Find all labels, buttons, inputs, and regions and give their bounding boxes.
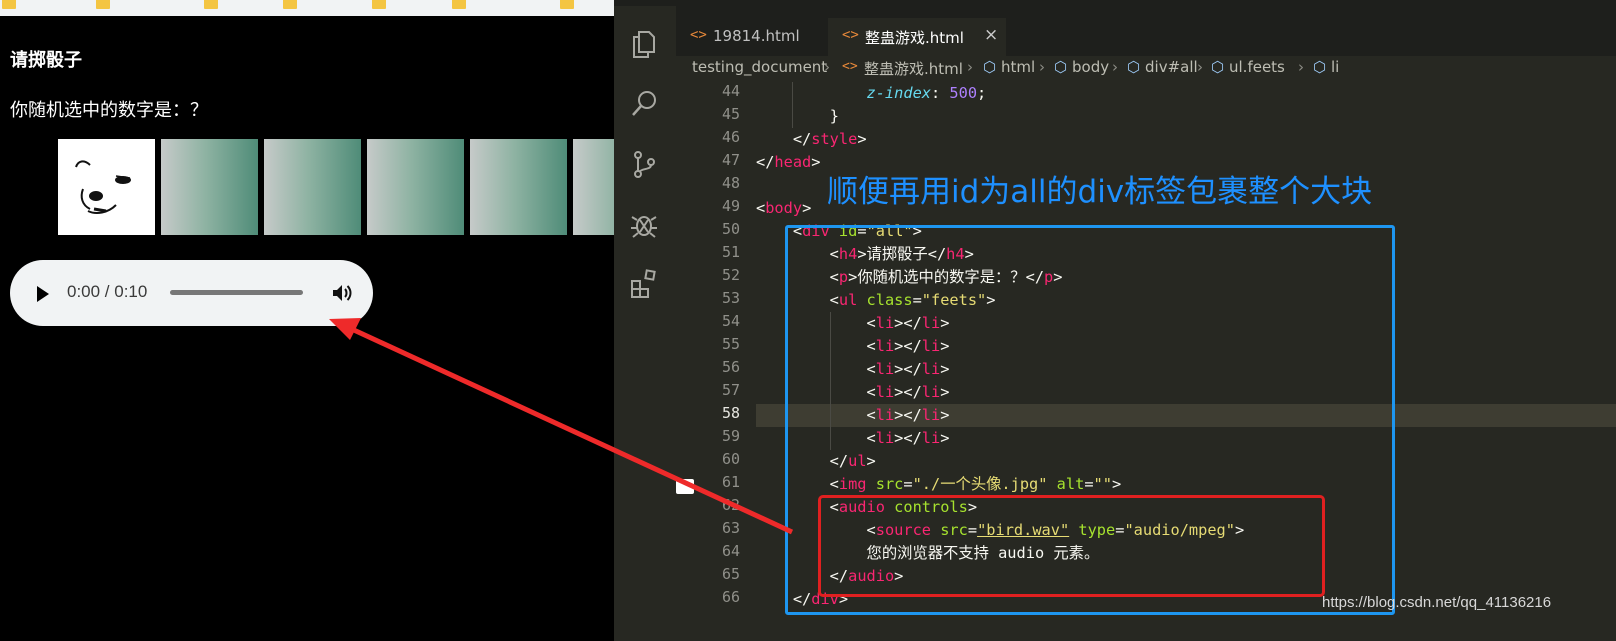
- breadcrumb-item[interactable]: body: [1072, 58, 1109, 76]
- explorer-icon[interactable]: [628, 28, 660, 60]
- element-cube-icon: ⬡: [1211, 58, 1225, 76]
- dice-tile[interactable]: [264, 139, 361, 235]
- dice-tile[interactable]: [470, 139, 567, 235]
- code-line: <body>: [756, 199, 812, 217]
- code-line: </head>: [756, 153, 821, 171]
- audio-player: 0:00 / 0:10: [10, 260, 373, 326]
- dog-avatar-image: [58, 139, 155, 235]
- chevron-right-icon: ›: [1039, 58, 1045, 76]
- chevron-right-icon: ›: [967, 58, 973, 76]
- breadcrumb-item[interactable]: ul.feets: [1229, 58, 1285, 76]
- html-file-icon: <>: [690, 27, 707, 43]
- bookmark-item[interactable]: [283, 0, 353, 16]
- bookmark-item[interactable]: [372, 0, 442, 16]
- breadcrumb-item[interactable]: testing_document: [692, 58, 827, 76]
- page-paragraph: 你随机选中的数字是：？: [10, 100, 208, 121]
- folder-icon: [2, 0, 16, 9]
- bookmark-item[interactable]: [2, 0, 72, 16]
- breadcrumb-item[interactable]: html: [1001, 58, 1035, 76]
- tab-19814-html[interactable]: <> 19814.html: [676, 18, 828, 56]
- bookmark-item[interactable]: [452, 0, 522, 16]
- audio-time: 0:00 / 0:10: [67, 282, 148, 301]
- html-file-icon: <>: [842, 27, 859, 43]
- play-icon[interactable]: [37, 286, 49, 302]
- volume-icon[interactable]: [332, 283, 354, 303]
- folder-icon: [372, 0, 386, 9]
- breadcrumb-item[interactable]: div#all: [1145, 58, 1198, 76]
- audio-code-highlight-box: [818, 495, 1325, 597]
- dice-tile[interactable]: [573, 139, 614, 235]
- folder-icon: [560, 0, 574, 9]
- dice-tile[interactable]: [367, 139, 464, 235]
- folder-icon: [452, 0, 466, 9]
- folder-icon: [96, 0, 110, 9]
- watermark: https://blog.csdn.net/qq_41136216: [1322, 594, 1552, 611]
- editor-tab-bar: <> 19814.html <> 整蛊游戏.html ×: [676, 6, 1616, 56]
- element-cube-icon: ⬡: [1313, 58, 1327, 76]
- code-line: }: [829, 107, 839, 125]
- close-icon[interactable]: ×: [984, 25, 998, 45]
- audio-progress-slider[interactable]: [170, 290, 303, 295]
- bookmark-item[interactable]: [204, 0, 274, 16]
- breadcrumb-item[interactable]: li: [1331, 58, 1339, 76]
- browser-preview: 请掷骰子 你随机选中的数字是：？ 0:00 / 0:10: [0, 0, 614, 641]
- bookmark-item[interactable]: [560, 0, 614, 16]
- chevron-right-icon: ›: [824, 58, 830, 76]
- element-cube-icon: ⬡: [1127, 58, 1141, 76]
- breadcrumb-item[interactable]: 整蛊游戏.html: [864, 58, 963, 79]
- bookmarks-bar: [0, 0, 614, 16]
- folder-icon: [283, 0, 297, 9]
- chevron-right-icon: ›: [1112, 58, 1118, 76]
- dice-tile[interactable]: [161, 139, 258, 235]
- chevron-right-icon: ›: [1197, 58, 1203, 76]
- annotation-text: 顺便再用id为all的div标签包裹整个大块: [827, 174, 1373, 210]
- code-line: </style>: [792, 130, 867, 148]
- dog-face-icon: [75, 160, 131, 214]
- html-file-icon: <>: [842, 59, 858, 74]
- page-heading: 请掷骰子: [10, 50, 82, 71]
- tab-prank-game-html[interactable]: <> 整蛊游戏.html ×: [828, 18, 1006, 56]
- bookmark-item[interactable]: [96, 0, 166, 16]
- element-cube-icon: ⬡: [1054, 58, 1068, 76]
- element-cube-icon: ⬡: [983, 58, 997, 76]
- chevron-right-icon: ›: [1298, 58, 1304, 76]
- code-line: z-index: 500;: [866, 84, 987, 102]
- folder-icon: [204, 0, 218, 9]
